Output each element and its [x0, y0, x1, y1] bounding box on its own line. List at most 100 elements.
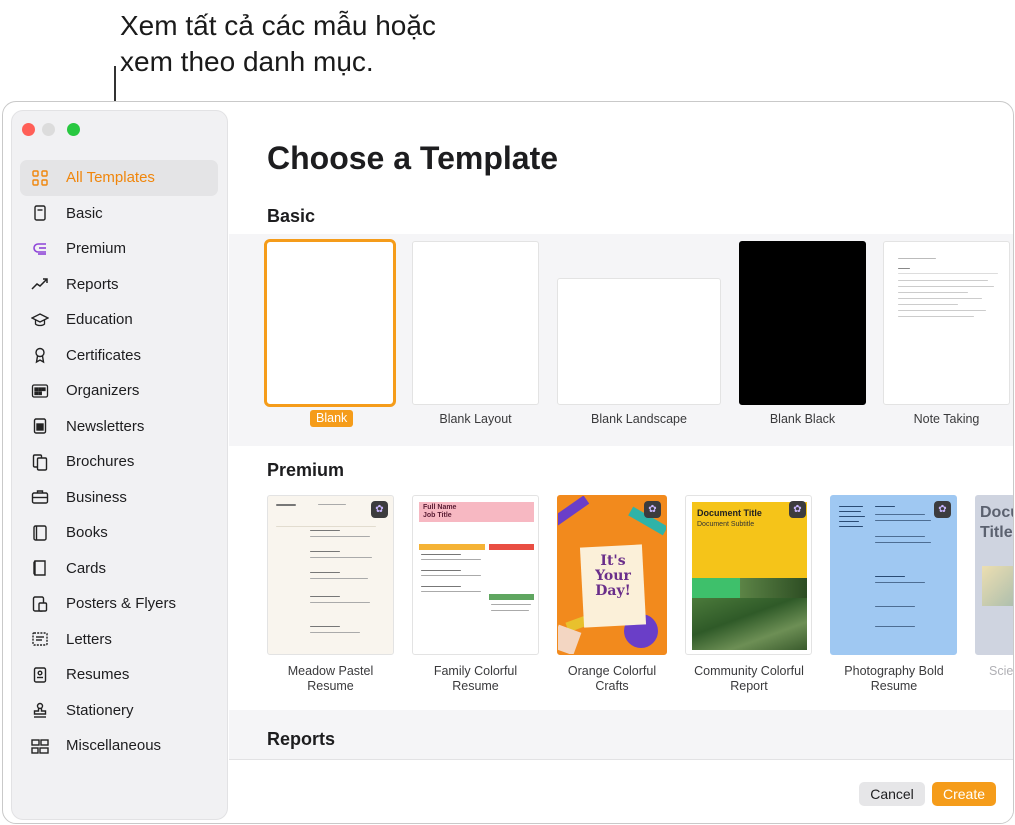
sidebar-item-premium[interactable]: Premium — [20, 231, 218, 267]
sidebar-item-business[interactable]: Business — [20, 480, 218, 516]
template-label: Blank Landscape — [591, 412, 687, 426]
thumb-partial-title-1: Docu — [980, 504, 1013, 521]
sidebar-item-certificates[interactable]: Certificates — [20, 338, 218, 374]
thumb-full-name: Full Name — [423, 504, 457, 511]
sidebar-item-basic[interactable]: Basic — [20, 196, 218, 232]
page-title: Choose a Template — [267, 140, 559, 176]
template-label: Blank Black — [769, 412, 836, 426]
close-window-button[interactable] — [22, 123, 35, 136]
template-label-line-1: Community Colorful — [694, 664, 804, 678]
sidebar-item-label: Posters & Flyers — [66, 595, 177, 613]
sidebar: All Templates Basic Premium Reports Educ… — [11, 110, 228, 820]
category-list: All Templates Basic Premium Reports Educ… — [20, 160, 218, 764]
template-chooser-window: All Templates Basic Premium Reports Educ… — [2, 101, 1014, 824]
sidebar-item-miscellaneous[interactable]: Miscellaneous — [20, 728, 218, 764]
ribbon-icon — [30, 345, 50, 365]
template-blank[interactable] — [264, 239, 396, 407]
sidebar-item-cards[interactable]: Cards — [20, 551, 218, 587]
thumb-report-title: Document Title — [697, 508, 762, 518]
sidebar-item-reports[interactable]: Reports — [20, 267, 218, 303]
thumb-job-title: Job Title — [423, 512, 452, 519]
template-label-line-1: Photography Bold — [844, 664, 944, 678]
callout-line-2: xem theo danh mục. — [120, 46, 374, 77]
sidebar-item-label: Letters — [66, 630, 112, 648]
stamp-icon — [30, 700, 50, 720]
template-note-taking[interactable] — [883, 241, 1010, 405]
template-label-line-2: Resume — [307, 679, 354, 693]
template-label: Blank — [310, 410, 354, 427]
sidebar-item-label: Business — [66, 488, 127, 506]
template-gallery: Choose a Template Basic Blank Blank Layo… — [229, 102, 1013, 823]
thumb-report-subtitle: Document Subtitle — [697, 521, 755, 528]
callout-line-1: Xem tất cả các mẫu hoặc — [120, 10, 436, 41]
sidebar-item-label: All Templates — [66, 169, 155, 187]
callout-annotation: Xem tất cả các mẫu hoặc xem theo danh mụ… — [120, 8, 436, 80]
template-label: Scie — [989, 664, 1013, 679]
template-community-colorful-report[interactable]: Document Title Document Subtitle ✿ — [685, 495, 812, 655]
premium-star-icon: ✿ — [934, 501, 951, 518]
grid-icon — [30, 168, 50, 188]
sidebar-item-label: Books — [66, 524, 108, 542]
sidebar-item-label: Basic — [66, 204, 103, 222]
section-title-premium: Premium — [267, 460, 345, 480]
template-family-colorful-resume[interactable]: Full Name Job Title — [412, 495, 539, 655]
sidebar-item-stationery[interactable]: Stationery — [20, 693, 218, 729]
trend-chart-icon — [30, 274, 50, 294]
template-label: Note Taking — [913, 412, 980, 426]
sidebar-item-label: Miscellaneous — [66, 737, 162, 755]
sidebar-item-brochures[interactable]: Brochures — [20, 444, 218, 480]
letter-icon — [30, 629, 50, 649]
template-photography-bold-resume[interactable]: ✿ — [830, 495, 957, 655]
minimize-window-button[interactable] — [42, 123, 55, 136]
template-partial-science[interactable]: Docu Title — [975, 495, 1013, 655]
template-label: Photography Bold Resume — [826, 664, 962, 694]
document-icon — [30, 203, 50, 223]
zoom-window-button[interactable] — [67, 123, 80, 136]
sidebar-item-label: Stationery — [66, 701, 134, 719]
sidebar-item-label: Organizers — [66, 382, 140, 400]
template-label-line-1: Orange Colorful — [567, 664, 657, 678]
template-label-line-1: Family Colorful — [433, 664, 518, 678]
sidebar-item-letters[interactable]: Letters — [20, 622, 218, 658]
cancel-button[interactable]: Cancel — [859, 782, 925, 806]
template-orange-colorful-crafts[interactable]: It's Your Day! ✿ — [557, 495, 667, 655]
premium-star-icon: ✿ — [644, 501, 661, 518]
section-title-basic: Basic — [267, 206, 316, 226]
template-meadow-pastel-resume[interactable]: ✿ — [267, 495, 394, 655]
sidebar-item-organizers[interactable]: Organizers — [20, 373, 218, 409]
premium-icon — [30, 239, 50, 259]
sidebar-item-resumes[interactable]: Resumes — [20, 657, 218, 693]
template-label-line-2: Resume — [870, 679, 918, 693]
template-label-line-2: Report — [730, 679, 768, 693]
premium-star-icon: ✿ — [789, 501, 806, 518]
resume-icon — [30, 665, 50, 685]
sidebar-item-all-templates[interactable]: All Templates — [20, 160, 218, 196]
template-blank-black[interactable] — [739, 241, 866, 405]
template-label-line-1: Meadow Pastel — [287, 664, 374, 678]
sidebar-item-education[interactable]: Education — [20, 302, 218, 338]
section-title-reports: Reports — [267, 729, 336, 749]
sidebar-item-books[interactable]: Books — [20, 515, 218, 551]
premium-star-icon: ✿ — [371, 501, 388, 518]
sidebar-item-newsletters[interactable]: Newsletters — [20, 409, 218, 445]
graduation-cap-icon — [30, 310, 50, 330]
sidebar-item-label: Reports — [66, 275, 119, 293]
sidebar-item-label: Brochures — [66, 453, 135, 471]
template-blank-landscape[interactable] — [557, 278, 721, 405]
template-blank-layout[interactable] — [412, 241, 539, 405]
shapes-icon — [30, 736, 50, 756]
sidebar-item-label: Premium — [66, 240, 127, 258]
create-button[interactable]: Create — [932, 782, 996, 806]
brochure-icon — [30, 452, 50, 472]
sidebar-item-posters-flyers[interactable]: Posters & Flyers — [20, 586, 218, 622]
poster-icon — [30, 594, 50, 614]
template-label-line-2: Resume — [452, 679, 499, 693]
template-label: Blank Layout — [439, 412, 512, 426]
premium-templates-row: ✿ Meadow Pastel Resume Full Name Job Tit… — [229, 486, 1013, 710]
sidebar-item-label: Cards — [66, 559, 107, 577]
template-label: Orange Colorful Crafts — [549, 664, 675, 694]
sidebar-item-label: Certificates — [66, 346, 142, 364]
template-label: Family Colorful Resume — [412, 664, 539, 694]
sidebar-item-label: Newsletters — [66, 417, 145, 435]
thumb-crafts-line-2: Your — [595, 568, 631, 584]
